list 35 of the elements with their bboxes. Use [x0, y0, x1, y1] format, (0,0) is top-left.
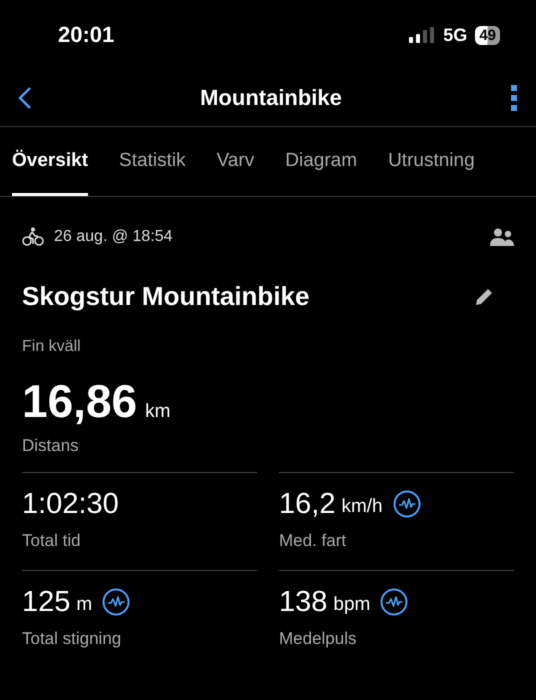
back-icon[interactable]: [18, 86, 32, 110]
stat-label: Medelpuls: [279, 629, 358, 649]
stat-unit: bpm: [333, 594, 370, 616]
activity-chart-icon[interactable]: [392, 490, 421, 518]
tab[interactable]: Statistik: [119, 127, 186, 196]
stat-value: 16,2: [279, 488, 336, 520]
pencil-icon[interactable]: [474, 286, 494, 306]
stat-value: 1:02:30: [22, 488, 119, 520]
network-label: 5G: [443, 24, 468, 46]
distance-value: 16,86: [22, 374, 138, 428]
stat-label: Total stigning: [22, 629, 122, 649]
activity-description: Fin kväll: [22, 338, 82, 356]
activity-chart-icon[interactable]: [102, 588, 130, 616]
activity-name: Skogstur Mountainbike: [22, 281, 310, 312]
distance-unit: km: [145, 401, 170, 423]
stat-unit: m: [76, 594, 92, 616]
stat-value: 125: [22, 586, 70, 618]
signal-icon: [409, 27, 436, 43]
stat-unit: km/h: [341, 496, 383, 518]
cyclist-icon: [22, 227, 44, 247]
stat-label: Total tid: [22, 531, 82, 551]
tab[interactable]: Diagram: [285, 127, 358, 196]
activity-chart-icon[interactable]: [380, 588, 408, 616]
stat-label: Med. fart: [279, 531, 348, 551]
tab[interactable]: Utrustning: [388, 127, 475, 196]
more-icon[interactable]: [510, 85, 518, 111]
activity-date: 26 aug. @ 18:54: [54, 228, 174, 246]
clock: 20:01: [58, 22, 116, 48]
tab[interactable]: Varv: [216, 127, 254, 196]
tab[interactable]: Översikt: [12, 127, 88, 196]
stat-value: 138: [279, 586, 328, 618]
page-title: Mountainbike: [200, 85, 342, 111]
distance-label: Distans: [22, 436, 80, 456]
battery-icon: 49: [475, 26, 500, 44]
people-icon[interactable]: [490, 228, 514, 246]
